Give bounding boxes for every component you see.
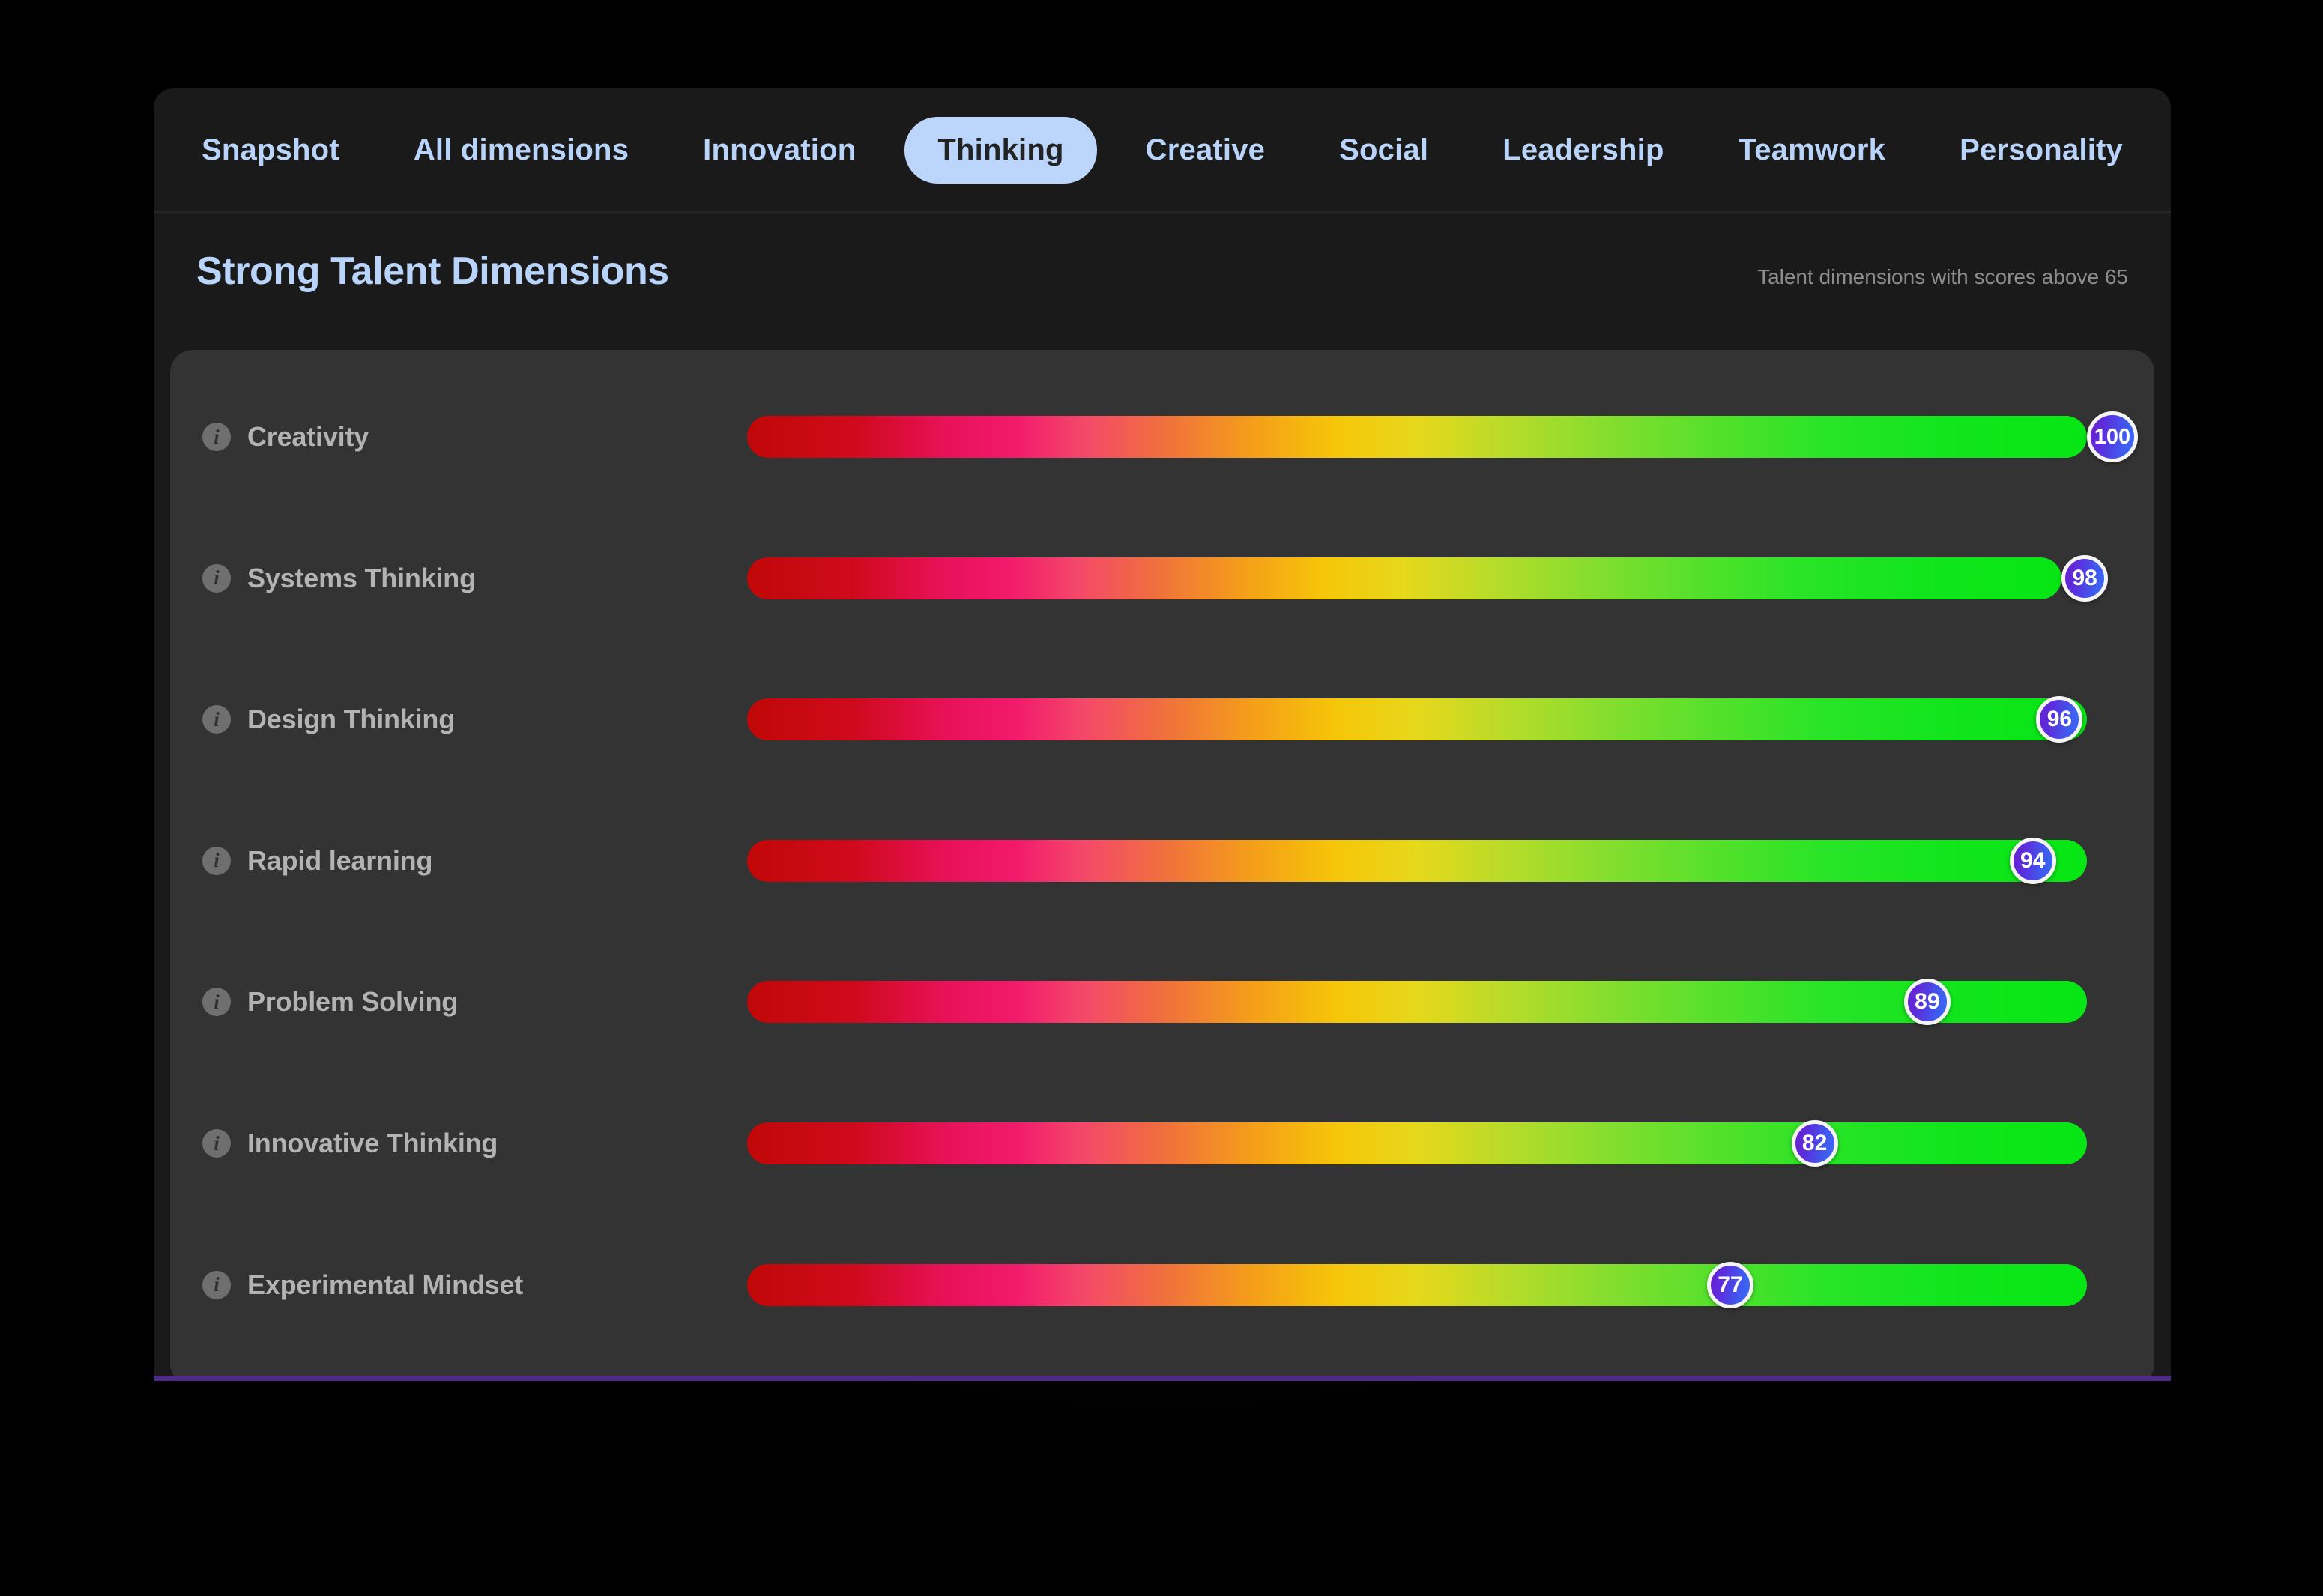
info-icon[interactable]: i [202,846,231,875]
page-title: Strong Talent Dimensions [196,250,669,293]
score-badge[interactable]: 100 [2087,411,2138,462]
dimension-row-list: i Creativity 100 i Systems Thinking 98 i Design… [170,350,2154,1376]
tab-bar: Snapshot All dimensions Innovation Thinking… [154,88,2171,213]
dimension-label-group: i Problem Solving [202,986,742,1018]
score-bar [747,1122,2087,1164]
score-bar-wrap: 94 [747,837,2154,884]
section-subtitle: Talent dimensions with scores above 65 [1757,265,2128,288]
dimension-label-group: i Innovative Thinking [202,1128,742,1159]
tab-teamwork[interactable]: Teamwork [1713,117,1911,184]
dimension-label-group: i Systems Thinking [202,563,742,594]
score-bar-wrap: 89 [747,979,2154,1026]
score-bar [747,698,2087,741]
info-icon[interactable]: i [202,1270,231,1299]
score-bar-wrap: 82 [747,1120,2154,1167]
dimension-label-group: i Creativity [202,421,742,453]
dimension-label: Systems Thinking [247,562,476,593]
app-window: Snapshot All dimensions Innovation Thinking… [154,88,2171,1381]
score-badge[interactable]: 89 [1903,979,1951,1026]
tab-social[interactable]: Social [1314,117,1454,184]
dimension-row: i Experimental Mindset 77 [170,1248,2154,1323]
dimension-row: i Design Thinking 96 [170,682,2154,757]
tab-creative[interactable]: Creative [1120,117,1290,184]
score-bar-wrap: 100 [747,411,2154,462]
dimension-row: i Innovative Thinking 82 [170,1106,2154,1181]
dimension-label-group: i Experimental Mindset [202,1269,742,1301]
dimension-label: Design Thinking [247,704,456,735]
info-icon[interactable]: i [202,705,231,734]
info-icon[interactable]: i [202,563,231,593]
tab-snapshot[interactable]: Snapshot [176,117,365,184]
dimension-label: Problem Solving [247,986,459,1018]
info-icon[interactable]: i [202,988,231,1017]
score-bar [747,839,2087,882]
info-icon[interactable]: i [202,423,231,451]
dimension-label: Creativity [247,421,369,452]
info-icon[interactable]: i [202,1129,231,1158]
dimension-row: i Creativity 100 [170,399,2154,474]
dimension-row: i Systems Thinking 98 [170,541,2154,616]
dimension-label-group: i Design Thinking [202,704,742,735]
dimension-label: Innovative Thinking [247,1128,498,1158]
score-badge[interactable]: 94 [2009,837,2056,884]
score-bar-wrap: 96 [747,696,2154,743]
tab-leadership[interactable]: Leadership [1477,117,1689,184]
dimension-label: Experimental Mindset [247,1269,524,1300]
score-bar [747,981,2087,1024]
dimension-row: i Problem Solving 89 [170,964,2154,1039]
dimensions-card: i Creativity 100 i Systems Thinking 98 i Design… [170,350,2154,1376]
score-badge[interactable]: 82 [1791,1120,1838,1167]
score-bar-wrap: 98 [747,554,2154,602]
tab-thinking[interactable]: Thinking [904,116,1097,184]
tab-all-dimensions[interactable]: All dimensions [388,117,654,184]
score-badge[interactable]: 98 [2061,554,2109,602]
score-badge[interactable]: 77 [1706,1261,1753,1308]
score-bar-wrap: 77 [747,1261,2154,1308]
score-bar [747,1263,2087,1306]
dimension-label-group: i Rapid learning [202,845,742,877]
section-header: Strong Talent Dimensions Talent dimensio… [154,213,2171,294]
score-bar [747,557,2062,599]
score-bar [747,416,2087,458]
tab-innovation[interactable]: Innovation [677,117,881,184]
dimension-row: i Rapid learning 94 [170,823,2154,898]
tab-personality[interactable]: Personality [1934,117,2148,184]
dimension-label: Rapid learning [247,844,433,876]
